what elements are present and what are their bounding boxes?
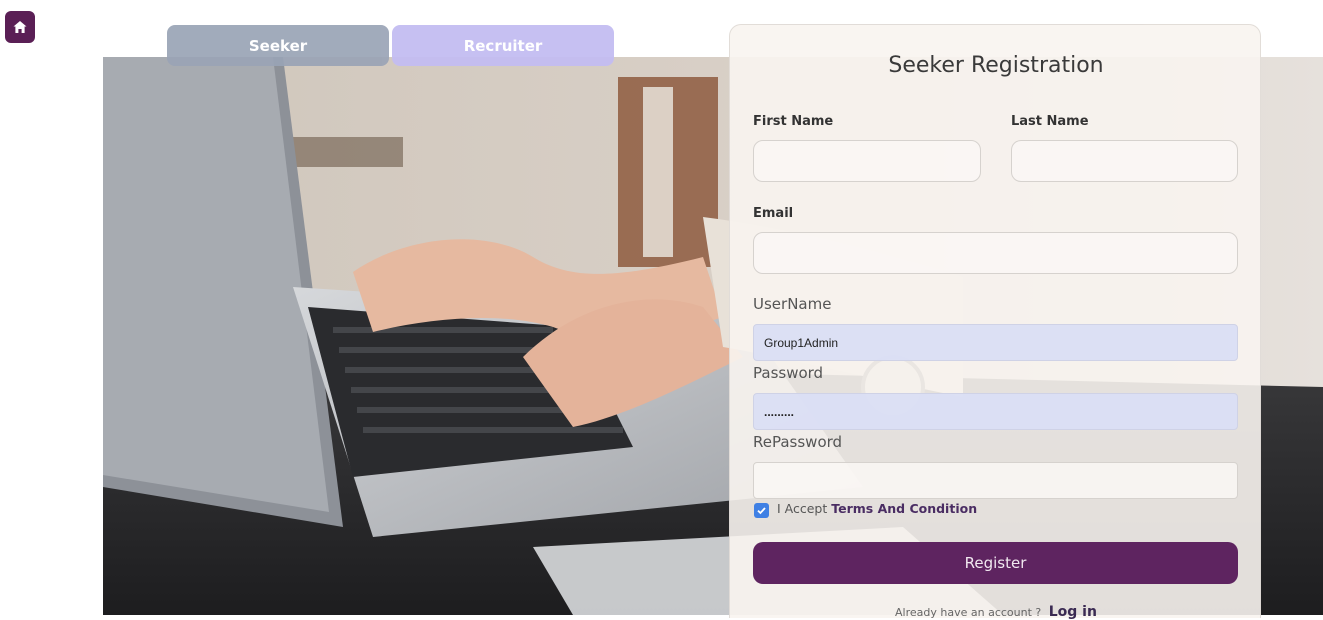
email-input[interactable] [753, 232, 1238, 274]
password-label: Password [753, 364, 824, 382]
last-name-input[interactable] [1011, 140, 1238, 182]
form-title: Seeker Registration [888, 53, 1104, 78]
last-name-label: Last Name [1011, 114, 1089, 129]
repassword-label: RePassword [753, 433, 843, 451]
already-text: Already have an account ? [895, 606, 1042, 619]
accept-terms-text: I Accept Terms And Condition [777, 501, 977, 516]
accept-terms-checkbox[interactable] [754, 503, 769, 518]
checkmark-icon [757, 507, 766, 515]
username-input[interactable]: Group1Admin [753, 324, 1238, 361]
home-button[interactable] [5, 11, 35, 43]
registration-form-card: Seeker Registration First Name Last Name… [729, 24, 1261, 620]
password-input[interactable]: ......... [753, 393, 1238, 430]
terms-link[interactable]: Terms And Condition [831, 501, 977, 516]
tab-recruiter[interactable]: Recruiter [392, 25, 614, 66]
register-button[interactable]: Register [753, 542, 1238, 584]
repassword-input[interactable] [753, 462, 1238, 499]
first-name-input[interactable] [753, 140, 981, 182]
tab-seeker[interactable]: Seeker [167, 25, 389, 66]
home-icon [13, 21, 27, 33]
username-label: UserName [753, 295, 832, 313]
email-label: Email [753, 206, 794, 221]
first-name-label: First Name [753, 114, 834, 129]
accept-prefix: I Accept [777, 501, 828, 516]
